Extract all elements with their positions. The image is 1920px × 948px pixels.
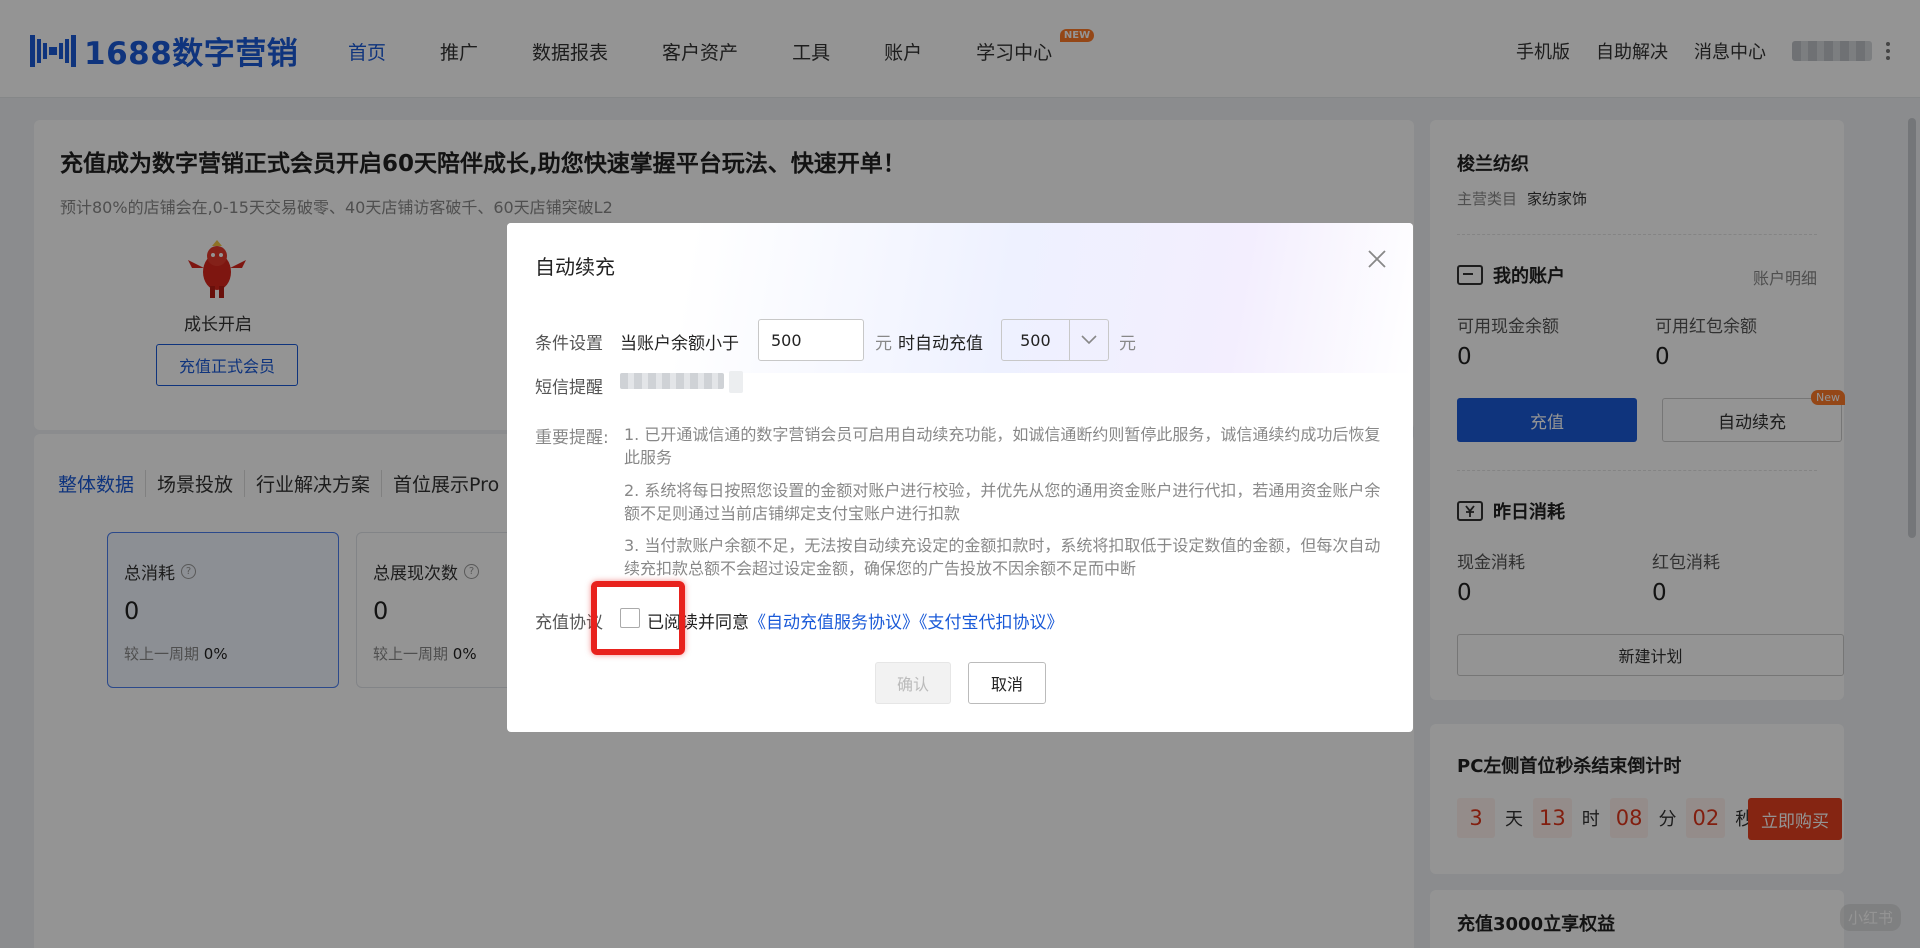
unit-label: 元: [1119, 334, 1136, 354]
unit-label: 元: [875, 334, 892, 354]
notice-2: 2. 系统将每日按照您设置的金额对账户进行校验，并优先从您的通用资金账户进行代扣…: [624, 481, 1381, 523]
chevron-down-icon: [1068, 320, 1108, 360]
notice-3: 3. 当付款账户余额不足，无法按自动续充设定的金额扣款时，系统将扣取低于设定数值…: [624, 536, 1381, 578]
sms-label: 短信提醒: [535, 378, 603, 398]
condition-label: 条件设置: [535, 334, 603, 354]
recharge-amount-select[interactable]: 500: [1001, 319, 1109, 361]
notice-1: 1. 已开通诚信通的数字营销会员可启用自动续充功能，如诚信通断约则暂停此服务，诚…: [624, 425, 1381, 467]
close-icon[interactable]: [1365, 247, 1389, 271]
condition-mid: 时自动充值: [898, 334, 983, 354]
recharge-amount-value: 500: [1020, 330, 1051, 350]
modal-title: 自动续充: [535, 255, 615, 279]
confirm-button[interactable]: 确认: [875, 662, 951, 704]
condition-prefix: 当账户余额小于: [620, 334, 739, 354]
alipay-deduction-agreement-link[interactable]: 《支付宝代扣协议》: [919, 613, 1064, 633]
blurred-phone-number: [620, 373, 724, 389]
auto-recharge-agreement-link[interactable]: 《自动充值服务协议》: [749, 613, 919, 633]
blurred-edit-control[interactable]: [729, 371, 743, 393]
threshold-input[interactable]: [758, 319, 864, 361]
agreement-text: 已阅读并同意《自动充值服务协议》《支付宝代扣协议》: [647, 608, 1064, 633]
notice-label: 重要提醒:: [535, 428, 609, 448]
cancel-button[interactable]: 取消: [968, 662, 1046, 704]
auto-recharge-modal: 自动续充 条件设置 当账户余额小于 元 时自动充值 500 元 短信提醒 重要提…: [507, 223, 1413, 732]
annotation-highlight-box: [591, 581, 685, 655]
